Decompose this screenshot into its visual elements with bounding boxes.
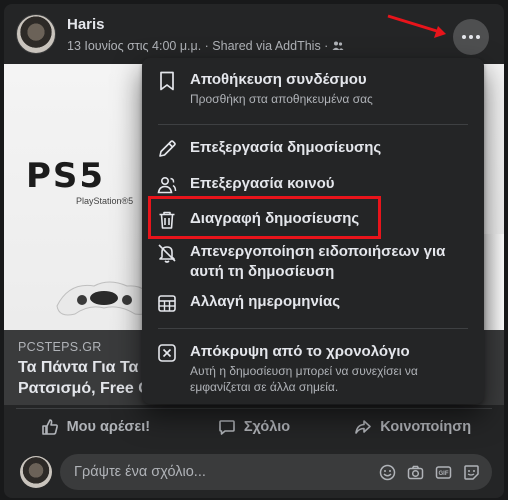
- comment-placeholder: Γράψτε ένα σχόλιο...: [74, 464, 206, 480]
- share-label: Κοινοποίηση: [380, 418, 472, 435]
- annotation-arrow-icon: [387, 14, 446, 38]
- share-button[interactable]: Κοινοποίηση: [333, 409, 492, 444]
- ps5-subtitle: PlayStation®5: [76, 196, 134, 206]
- menu-item-sub-line: Αυτή η δημοσίευση μπορεί να συνεχίσει να: [190, 364, 418, 378]
- share-arrow-icon: [355, 419, 372, 434]
- dot-icon: [462, 35, 466, 39]
- post-meta-text[interactable]: 13 Ιουνίος στις 4:00 μ.μ. · Shared via A…: [67, 39, 328, 53]
- menu-item-label: Επεξεργασία δημοσίευσης: [190, 139, 382, 156]
- menu-item-sub-line: εμφανίζεται σε άλλα σημεία.: [190, 380, 339, 394]
- menu-divider: [158, 124, 468, 125]
- ps5-logo: PS5: [26, 156, 106, 196]
- calendar-icon: [158, 295, 176, 312]
- menu-item-label: Απόκρυψη από το χρονολόγιο: [190, 343, 410, 360]
- comment-button[interactable]: Σχόλιο: [175, 409, 334, 444]
- dot-icon: [469, 35, 473, 39]
- comment-input[interactable]: Γράψτε ένα σχόλιο... GIF: [60, 454, 492, 490]
- more-options-button[interactable]: [453, 19, 489, 55]
- link-title-line: Τα Πάντα Για Τα: [18, 359, 139, 376]
- thumbs-up-icon: [41, 418, 58, 435]
- menu-item-change-date[interactable]: Αλλαγή ημερομηνίας: [150, 292, 476, 314]
- gif-icon[interactable]: GIF: [435, 464, 452, 481]
- sticker-icon[interactable]: [463, 464, 480, 481]
- link-title-line: Ρατσισμό, Free G: [18, 380, 151, 397]
- bell-off-icon: [158, 244, 176, 263]
- speech-bubble-icon: [219, 419, 235, 435]
- dot-icon: [476, 35, 480, 39]
- emoji-icon[interactable]: [379, 464, 396, 481]
- menu-item-sub: Προσθήκη στα αποθηκευμένα σας: [190, 92, 373, 106]
- menu-item-save-link[interactable]: Αποθήκευση συνδέσμου Προσθήκη στα αποθηκ…: [150, 70, 476, 107]
- like-label: Μου αρέσει!: [66, 418, 151, 435]
- author-avatar[interactable]: [16, 14, 56, 54]
- menu-item-label-line: αυτή τη δημοσίευση: [190, 263, 335, 280]
- link-title: Τα Πάντα Για Τα Ρατσισμό, Free G: [18, 357, 158, 399]
- comment-row: Γράψτε ένα σχόλιο... GIF: [16, 452, 492, 492]
- console-stand-image: [482, 234, 504, 330]
- camera-icon[interactable]: [407, 464, 424, 481]
- menu-item-label: Αποθήκευση συνδέσμου: [190, 71, 367, 88]
- hide-box-icon: [158, 344, 176, 362]
- comment-tools: GIF: [379, 454, 480, 490]
- pencil-icon: [159, 140, 176, 157]
- comment-label: Σχόλιο: [243, 418, 291, 435]
- post-actions: Μου αρέσει! Σχόλιο Κοινοποίηση: [16, 408, 492, 444]
- menu-item-hide-from-timeline[interactable]: Απόκρυψη από το χρονολόγιο Αυτή η δημοσί…: [150, 342, 476, 395]
- menu-item-edit-audience[interactable]: Επεξεργασία κοινού: [150, 174, 476, 196]
- menu-item-sub: Αυτή η δημοσίευση μπορεί να συνεχίσει να…: [190, 363, 418, 395]
- user-avatar[interactable]: [20, 456, 52, 488]
- menu-item-label: Αλλαγή ημερομηνίας: [190, 293, 340, 310]
- bookmark-icon: [160, 71, 174, 91]
- menu-item-turn-off-notifications[interactable]: Απενεργοποίηση ειδοποιήσεων για αυτή τη …: [150, 242, 476, 282]
- menu-divider: [158, 328, 468, 329]
- menu-item-label: Απενεργοποίηση ειδοποιήσεων για αυτή τη …: [190, 242, 445, 282]
- audience-icon: [157, 176, 177, 194]
- post-meta: 13 Ιουνίος στις 4:00 μ.μ. · Shared via A…: [67, 39, 344, 53]
- link-domain: PCSTEPS.GR: [18, 340, 102, 354]
- delete-highlight-box: [148, 196, 381, 239]
- friends-audience-icon[interactable]: [332, 40, 344, 52]
- menu-item-label-line: Απενεργοποίηση ειδοποιήσεων για: [190, 243, 446, 260]
- menu-item-edit-post[interactable]: Επεξεργασία δημοσίευσης: [150, 138, 476, 160]
- like-button[interactable]: Μου αρέσει!: [16, 409, 175, 444]
- svg-text:GIF: GIF: [439, 471, 449, 477]
- author-name[interactable]: Haris: [67, 16, 105, 33]
- menu-item-label: Επεξεργασία κοινού: [190, 175, 335, 192]
